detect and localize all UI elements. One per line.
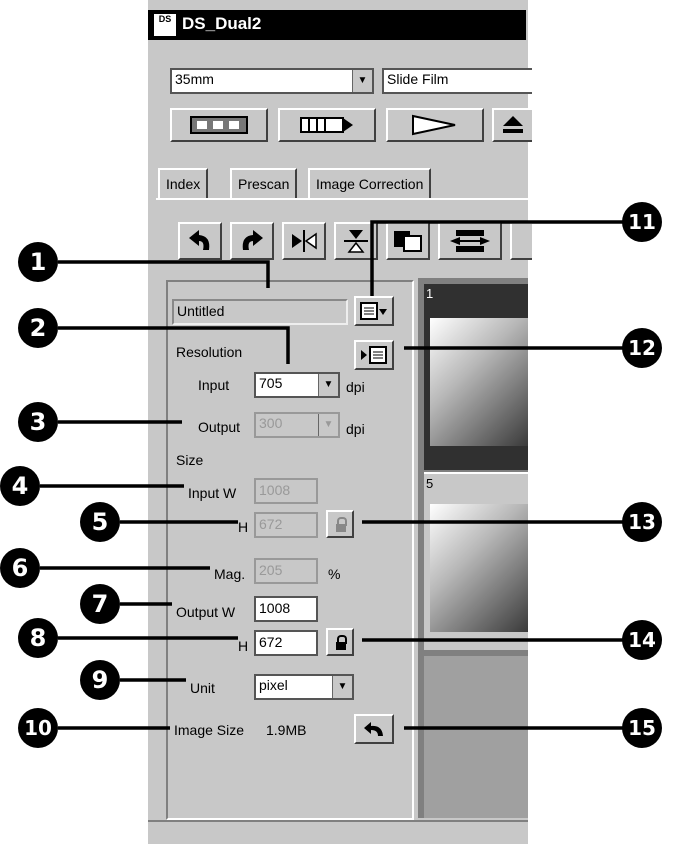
callout-12: 12	[622, 328, 662, 368]
callout-4: 4	[0, 466, 40, 506]
callout-5: 5	[80, 502, 120, 542]
callout-7: 7	[80, 584, 120, 624]
callout-2: 2	[18, 308, 58, 348]
callout-1: 1	[18, 242, 58, 282]
callout-15: 15	[622, 708, 662, 748]
callout-10: 10	[18, 708, 58, 748]
callout-6: 6	[0, 548, 40, 588]
callout-11: 11	[622, 202, 662, 242]
callout-13: 13	[622, 502, 662, 542]
callout-14: 14	[622, 620, 662, 660]
callout-3: 3	[18, 402, 58, 442]
callout-leader-lines	[40, 220, 624, 730]
callout-8: 8	[18, 618, 58, 658]
callout-9: 9	[80, 660, 120, 700]
